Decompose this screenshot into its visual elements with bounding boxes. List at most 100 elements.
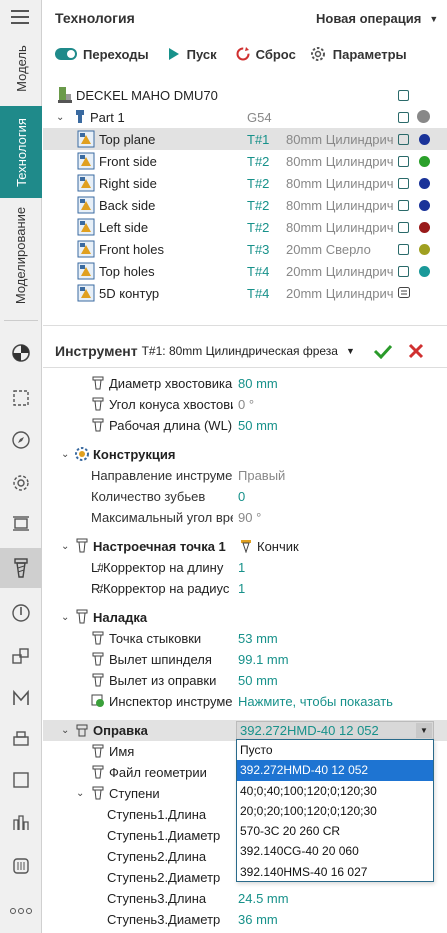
property-row[interactable]: Направление инструмента Правый [43, 465, 447, 486]
select-box-icon[interactable] [0, 380, 42, 416]
property-value[interactable]: 1 [238, 581, 245, 596]
property-row[interactable]: Диаметр хвостовика 80 mm [43, 373, 447, 394]
property-row[interactable]: R# Корректор на радиус 1 [43, 578, 447, 599]
property-row[interactable]: Вылет из оправки 50 mm [43, 670, 447, 691]
more-icon[interactable] [0, 893, 42, 929]
operation-visibility-checkbox[interactable] [398, 244, 409, 255]
property-value[interactable]: 80 mm [238, 376, 278, 391]
property-value[interactable]: 1 [238, 560, 245, 575]
property-row[interactable]: Ступень3.Длина 24.5 mm [43, 888, 447, 909]
holder-option[interactable]: 570-3C 20 260 CR [237, 821, 433, 841]
part-color-dot[interactable] [417, 110, 430, 123]
property-value[interactable]: Нажмите, чтобы показать [238, 694, 393, 709]
tree-operation-row[interactable]: Front side T#2 80mm Цилиндрич [43, 150, 447, 172]
holder-option[interactable]: 20;0;20;100;120;0;120;30 [237, 801, 433, 821]
compass-icon[interactable] [0, 422, 42, 458]
tree-operation-row[interactable]: Back side T#2 80mm Цилиндрич [43, 194, 447, 216]
square-icon[interactable] [0, 762, 42, 798]
chevron-down-icon[interactable]: ⌄ [61, 612, 69, 623]
chevron-down-icon[interactable]: ⌄ [76, 788, 84, 799]
operation-visibility-checkbox[interactable] [398, 156, 409, 167]
tool-selector[interactable]: T#1: 80mm Цилиндрическая фреза ▼ [142, 344, 355, 358]
reset-button[interactable]: Сброс [235, 46, 296, 62]
notes-icon[interactable] [398, 287, 410, 300]
property-section-row[interactable]: ⌄ Конструкция [43, 444, 447, 465]
tree-machine-row[interactable]: DECKEL MAHO DMU70 [43, 84, 447, 106]
confirm-icon[interactable] [373, 343, 393, 359]
property-row[interactable]: Вылет шпинделя 99.1 mm [43, 649, 447, 670]
property-row[interactable]: Максимальный угол врезания 90 ° [43, 507, 447, 528]
property-row[interactable]: Ступень3.Диаметр 36 mm [43, 909, 447, 930]
operation-color-dot[interactable] [419, 200, 430, 211]
operation-color-dot[interactable] [419, 134, 430, 145]
operation-color-dot[interactable] [419, 244, 430, 255]
operation-visibility-checkbox[interactable] [398, 266, 409, 277]
hamburger-icon[interactable] [11, 10, 29, 24]
chevron-down-icon[interactable]: ⌄ [56, 112, 64, 123]
holder-option[interactable]: 392.140HMS-40 16 027 [237, 862, 433, 882]
property-value[interactable]: 99.1 mm [238, 652, 289, 667]
property-section-row[interactable]: ⌄ Наладка [43, 607, 447, 628]
operation-color-dot[interactable] [419, 156, 430, 167]
operation-color-dot[interactable] [419, 266, 430, 277]
holder-row[interactable]: ⌄ Оправка 392.272HMD-40 12 052 ▼ [43, 720, 447, 741]
transitions-toggle[interactable] [55, 48, 77, 60]
tree-operation-row[interactable]: Top plane T#1 80mm Цилиндрич [43, 128, 447, 150]
tab-technology[interactable]: Технология [0, 106, 42, 198]
tool-icon[interactable] [0, 548, 42, 588]
setpoint-value[interactable]: Кончик [257, 539, 299, 554]
holder-option[interactable]: 40;0;40;100;120;0;120;30 [237, 781, 433, 801]
property-row[interactable]: Угол конуса хвостовика 0 ° [43, 394, 447, 415]
params-button[interactable]: Параметры [310, 46, 407, 62]
operation-color-dot[interactable] [419, 178, 430, 189]
new-operation-dropdown[interactable]: Новая операция ▼ [316, 11, 438, 26]
sphere-section-icon[interactable] [0, 335, 42, 371]
holder-dropdown-list[interactable]: Пусто 392.272HMD-40 12 052 40;0;40;100;120… [236, 739, 434, 882]
operation-visibility-checkbox[interactable] [398, 200, 409, 211]
tree-part-row[interactable]: ⌄ Part 1 G54 [43, 106, 447, 128]
property-value[interactable]: Правый [238, 468, 285, 483]
tree-operation-row[interactable]: Right side T#2 80mm Цилиндрич [43, 172, 447, 194]
chevron-down-icon[interactable]: ⌄ [61, 449, 69, 460]
property-row[interactable]: Количество зубьев 0 [43, 486, 447, 507]
chevron-down-icon[interactable]: ⌄ [61, 725, 69, 736]
property-value[interactable]: 53 mm [238, 631, 278, 646]
operation-visibility-checkbox[interactable] [398, 222, 409, 233]
tab-simulation[interactable]: Моделирование [0, 200, 42, 310]
property-section-row[interactable]: ⌄ Настроечная точка 1 Кончик [43, 536, 447, 557]
holder-option[interactable]: 392.140CG-40 20 060 [237, 841, 433, 861]
property-value[interactable]: 24.5 mm [238, 891, 289, 906]
tree-operation-row[interactable]: 5D контур T#4 20mm Цилиндрич [43, 282, 447, 304]
macro-icon[interactable] [0, 680, 42, 716]
chevron-down-icon[interactable]: ⌄ [61, 541, 69, 552]
property-row[interactable]: Точка стыковки 53 mm [43, 628, 447, 649]
grip-icon[interactable] [0, 848, 42, 884]
property-value[interactable]: 50 mm [238, 418, 278, 433]
start-button[interactable]: Пуск [167, 47, 217, 62]
tree-operation-row[interactable]: Front holes T#3 20mm Сверло [43, 238, 447, 260]
close-icon[interactable] [408, 343, 424, 359]
property-value[interactable]: 36 mm [238, 912, 278, 927]
property-row[interactable]: Рабочая длина (WL) 50 mm [43, 415, 447, 436]
probe-icon[interactable] [0, 595, 42, 631]
fixture-icon[interactable] [0, 505, 42, 541]
property-value[interactable]: 90 ° [238, 510, 261, 525]
operation-visibility-checkbox[interactable] [398, 134, 409, 145]
part-visibility-checkbox[interactable] [398, 112, 409, 123]
columns-icon[interactable] [0, 805, 42, 841]
machine-visibility-checkbox[interactable] [398, 90, 409, 101]
tree-operation-row[interactable]: Top holes T#4 20mm Цилиндрич [43, 260, 447, 282]
stock-icon[interactable] [0, 720, 42, 756]
property-value[interactable]: 0 ° [238, 397, 254, 412]
holder-option[interactable]: Пусто [237, 740, 433, 760]
holder-select[interactable]: 392.272HMD-40 12 052 ▼ [236, 721, 434, 740]
gear-icon[interactable] [0, 465, 42, 501]
tab-model[interactable]: Модель [0, 34, 42, 102]
property-value[interactable]: 0 [238, 489, 245, 504]
holder-option[interactable]: 392.272HMD-40 12 052 [237, 760, 433, 781]
property-row[interactable]: L# Корректор на длину 1 [43, 557, 447, 578]
operation-color-dot[interactable] [419, 222, 430, 233]
property-row[interactable]: Инспектор инструмента Нажмите, чтобы пок… [43, 691, 447, 712]
transform-icon[interactable] [0, 638, 42, 674]
operation-visibility-checkbox[interactable] [398, 178, 409, 189]
